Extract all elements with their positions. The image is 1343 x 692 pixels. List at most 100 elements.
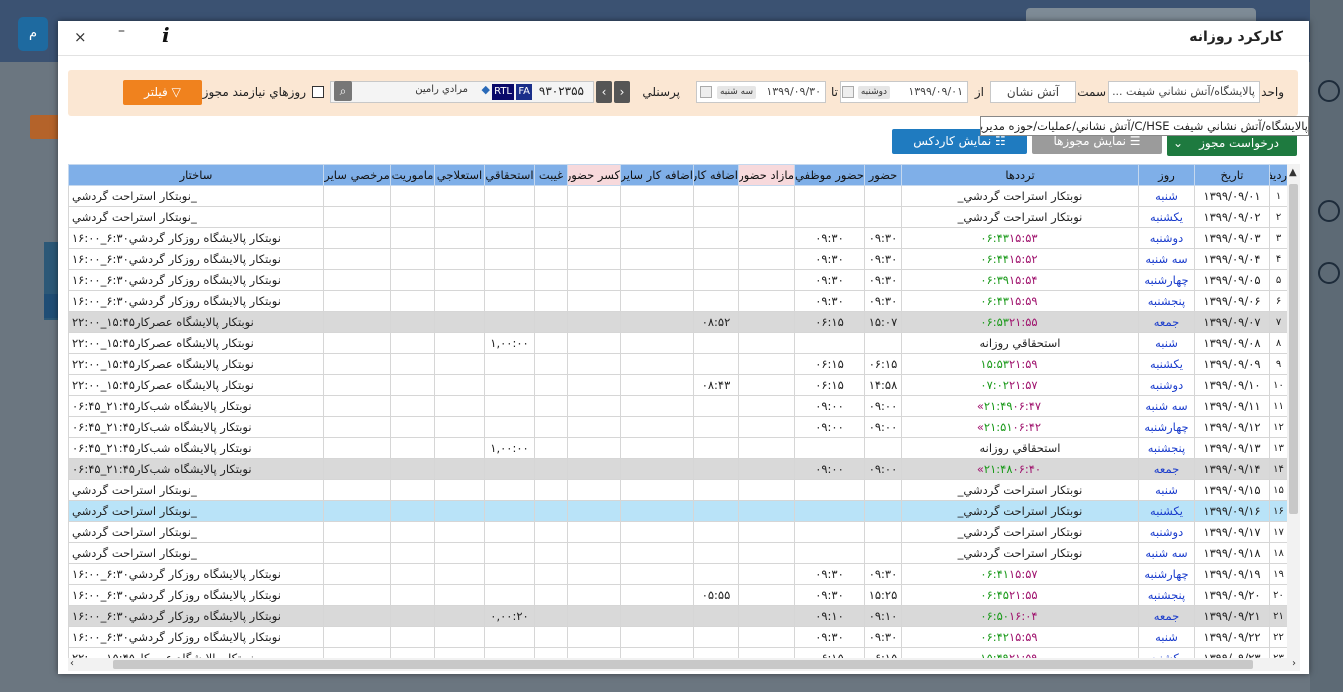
traffic-cell: نوبتكار استراحت گردشي_: [901, 542, 1139, 564]
to-date-field[interactable]: ۱۳۹۹/۰۹/۳۰: [696, 81, 826, 103]
position-field[interactable]: آتش نشان: [990, 81, 1076, 103]
table-row[interactable]: ۱۱ ۱۳۹۹/۰۹/۱۱ سه شنبه ۲۱:۴۹۰۶:۴۷» ۰۹:۰۰ ۰۹:۰۰…: [68, 395, 1287, 417]
table-row[interactable]: ۷ ۱۳۹۹/۰۹/۰۷ جمعه ۰۶:۵۳۲۱:۵۵ ۱۵:۰۷ ۰۶:۱۵ ۰۸:۵۲…: [68, 311, 1287, 333]
table-row[interactable]: ۱۹ ۱۳۹۹/۰۹/۱۹ چهارشنبه ۰۶:۴۱۱۵:۵۷ ۰۹:۳۰ ۰۹:۳۰…: [68, 563, 1287, 585]
table-row[interactable]: ۶ ۱۳۹۹/۰۹/۰۶ پنجشنبه ۰۶:۴۳۱۵:۵۹ ۰۹:۳۰ ۰۹:۳۰ نو…: [68, 290, 1287, 312]
presence-cell: ۱۵:۲۵: [864, 584, 902, 606]
clock-icon[interactable]: [1318, 80, 1340, 102]
table-row[interactable]: ۴ ۱۳۹۹/۰۹/۰۴ سه شنبه ۰۶:۴۴۱۵:۵۲ ۰۹:۳۰ ۰۹:۳۰ نو…: [68, 248, 1287, 270]
horizontal-scroll-thumb[interactable]: [113, 660, 1253, 669]
table-row[interactable]: ۱۶ ۱۳۹۹/۰۹/۱۶ يكشنبه نوبتكار استراحت گردشي_…: [68, 500, 1287, 522]
column-header[interactable]: اضافه كار ساير: [620, 164, 694, 186]
to-day-tag: سه شنبه: [716, 86, 756, 99]
entitled-leave-cell: [484, 269, 535, 291]
column-header[interactable]: مازاد حضور: [738, 164, 795, 186]
filter-button[interactable]: ▽ فيلتر: [123, 80, 202, 105]
alarm-icon[interactable]: [1318, 262, 1340, 284]
column-header[interactable]: غيبت: [534, 164, 568, 186]
day-cell: يكشنبه: [1138, 206, 1195, 228]
mission-cell: [390, 605, 435, 627]
table-row[interactable]: ۵ ۱۳۹۹/۰۹/۰۵ چهارشنبه ۰۶:۳۹۱۵:۵۴ ۰۹:۳۰ ۰۹:۳۰ ن…: [68, 269, 1287, 291]
column-header[interactable]: مرخصي ساير: [323, 164, 391, 186]
presence-cell: [864, 521, 902, 543]
shortfall-cell: [567, 269, 621, 291]
shortfall-cell: [567, 332, 621, 354]
background-left-button[interactable]: [30, 115, 60, 139]
shortfall-cell: [567, 500, 621, 522]
table-row[interactable]: ۳ ۱۳۹۹/۰۹/۰۳ دوشنبه ۰۶:۴۳۱۵:۵۳ ۰۹:۳۰ ۰۹:۳۰ نوب…: [68, 227, 1287, 249]
keyboard-icon[interactable]: ◆: [482, 83, 490, 96]
table-row[interactable]: ۲۰ ۱۳۹۹/۰۹/۲۰ پنجشنبه ۰۶:۴۵۲۱:۵۵ ۱۵:۲۵ ۰۹:۳۰ ۰…: [68, 584, 1287, 606]
document-icon: ☰: [1125, 134, 1141, 148]
info-icon[interactable]: i: [162, 23, 170, 47]
table-row[interactable]: ۱ ۱۳۹۹/۰۹/۰۱ شنبه نوبتكار استراحت گردشي_ نوب…: [68, 185, 1287, 207]
row-number-cell: ۱۲: [1269, 416, 1287, 438]
column-header[interactable]: ساختار: [68, 164, 324, 186]
table-row[interactable]: ۱۴ ۱۳۹۹/۰۹/۱۴ جمعه ۲۱:۴۸۰۶:۴۰» ۰۹:۰۰ ۰۹:۰۰ نوب…: [68, 458, 1287, 480]
horizontal-scrollbar[interactable]: ‹ ›: [68, 658, 1300, 671]
structure-cell: نوبتكار پالايشگاه عصركار۱۵:۴۵_۲۲:۰۰: [68, 353, 324, 375]
column-header[interactable]: استعلاجي: [434, 164, 485, 186]
close-icon[interactable]: ×: [74, 28, 87, 46]
permit-checkbox[interactable]: [312, 86, 324, 98]
vertical-scrollbar[interactable]: ▲: [1287, 164, 1300, 659]
excess-presence-cell: [738, 395, 795, 417]
column-header[interactable]: رديف: [1269, 164, 1287, 186]
list-icon: ☷: [991, 134, 1006, 148]
shortfall-cell: [567, 311, 621, 333]
presence-cell: ۰۹:۳۰: [864, 269, 902, 291]
sick-leave-cell: [434, 227, 485, 249]
scroll-right-icon[interactable]: ›: [1292, 658, 1296, 669]
table-row[interactable]: ۱۸ ۱۳۹۹/۰۹/۱۸ سه شنبه نوبتكار استراحت گردشي…: [68, 542, 1287, 564]
column-header[interactable]: ترددها: [901, 164, 1139, 186]
entitled-leave-cell: [484, 395, 535, 417]
other-overtime-cell: [620, 437, 694, 459]
vertical-scroll-thumb[interactable]: [1289, 184, 1298, 514]
prev-person-button[interactable]: ‹: [596, 81, 612, 103]
row-number-cell: ۲۲: [1269, 626, 1287, 648]
lang-rtl-tag[interactable]: RTL: [492, 84, 514, 100]
avatar[interactable]: م: [18, 17, 48, 51]
daily-report-table: رديفتاريخروزترددهاحضورحضور موظفيمازاد حض…: [68, 164, 1287, 659]
overtime-cell: [693, 626, 739, 648]
table-row[interactable]: ۱۵ ۱۳۹۹/۰۹/۱۵ شنبه نوبتكار استراحت گردشي_ نو…: [68, 479, 1287, 501]
table-row[interactable]: ۱۲ ۱۳۹۹/۰۹/۱۲ چهارشنبه ۲۱:۵۱۰۶:۴۲» ۰۹:۰۰ ۰۹:۰…: [68, 416, 1287, 438]
table-row[interactable]: ۲۲ ۱۳۹۹/۰۹/۲۲ شنبه ۰۶:۴۲۱۵:۵۹ ۰۹:۳۰ ۰۹:۳۰ نوبت…: [68, 626, 1287, 648]
dialog-title: كاركرد روزانه: [1189, 29, 1283, 45]
minimize-icon[interactable]: –: [118, 23, 125, 39]
row-number-cell: ۹: [1269, 353, 1287, 375]
sick-leave-cell: [434, 437, 485, 459]
calendar-icon[interactable]: [700, 86, 712, 98]
table-row[interactable]: ۸ ۱۳۹۹/۰۹/۰۸ شنبه استحقاقي روزانه ۱,۰۰:۰۰ نوب…: [68, 332, 1287, 354]
globe-icon[interactable]: [1318, 200, 1340, 222]
lang-fa-tag[interactable]: FA: [516, 84, 532, 100]
calendar-icon[interactable]: [842, 86, 854, 98]
column-header[interactable]: كسر حضور: [567, 164, 621, 186]
table-row[interactable]: ۱۷ ۱۳۹۹/۰۹/۱۷ دوشنبه نوبتكار استراحت گردشي_…: [68, 521, 1287, 543]
date-cell: ۱۳۹۹/۰۹/۰۴: [1194, 248, 1270, 270]
unit-field[interactable]: پالايشگاه/آتش نشاني شيفت ...: [1108, 81, 1260, 103]
column-header[interactable]: روز: [1138, 164, 1195, 186]
exit-time: ۱۵:۵۹: [1009, 294, 1038, 308]
table-row[interactable]: ۱۳ ۱۳۹۹/۰۹/۱۳ پنجشنبه استحقاقي روزانه ۱,۰۰:۰…: [68, 437, 1287, 459]
date-cell: ۱۳۹۹/۰۹/۱۰: [1194, 374, 1270, 396]
overtime-cell: [693, 269, 739, 291]
column-header[interactable]: استحقاقي: [484, 164, 535, 186]
column-header[interactable]: حضور موظفي: [794, 164, 865, 186]
scroll-up-icon[interactable]: ▲: [1289, 167, 1297, 178]
other-overtime-cell: [620, 521, 694, 543]
column-header[interactable]: حضور: [864, 164, 902, 186]
scroll-left-icon[interactable]: ‹: [70, 658, 74, 669]
column-header[interactable]: اضافه كار: [693, 164, 739, 186]
next-person-button[interactable]: ›: [614, 81, 630, 103]
table-row[interactable]: ۱۰ ۱۳۹۹/۰۹/۱۰ دوشنبه ۰۷:۰۲۲۱:۵۷ ۱۴:۵۸ ۰۶:۱۵ ۰۸…: [68, 374, 1287, 396]
table-row[interactable]: ۲۱ ۱۳۹۹/۰۹/۲۱ جمعه ۰۶:۵۰۱۶:۰۴ ۰۹:۱۰ ۰۹:۱۰ ۰,۰۰…: [68, 605, 1287, 627]
date-cell: ۱۳۹۹/۰۹/۱۱: [1194, 395, 1270, 417]
other-leave-cell: [323, 374, 391, 396]
other-overtime-cell: [620, 290, 694, 312]
table-row[interactable]: ۲ ۱۳۹۹/۰۹/۰۲ يكشنبه نوبتكار استراحت گردشي_ ن…: [68, 206, 1287, 228]
column-header[interactable]: تاريخ: [1194, 164, 1270, 186]
table-row[interactable]: ۹ ۱۳۹۹/۰۹/۰۹ يكشنبه ۱۵:۵۳۲۱:۵۹ ۰۶:۱۵ ۰۶:۱۵ نوب…: [68, 353, 1287, 375]
search-icon[interactable]: ⌕: [334, 81, 352, 101]
column-header[interactable]: ماموريت: [390, 164, 435, 186]
